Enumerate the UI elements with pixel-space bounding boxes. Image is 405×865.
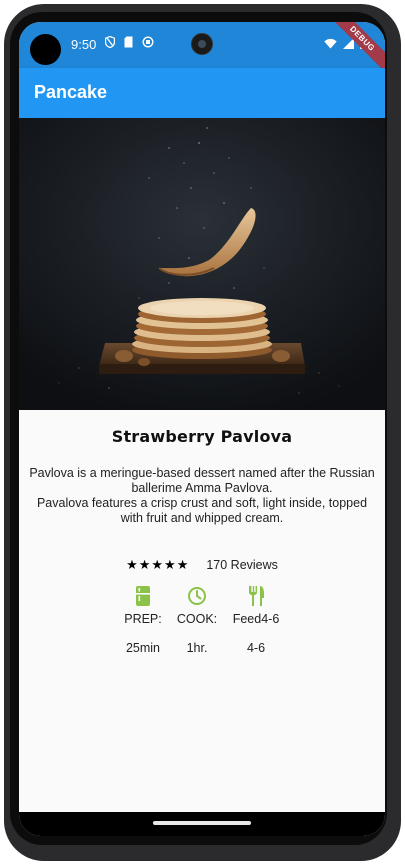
wifi-icon [324, 38, 337, 48]
hero-image [19, 118, 385, 410]
star-icon: ★ [176, 557, 189, 572]
kitchen-icon [136, 586, 150, 606]
star-icon: ★ [126, 557, 138, 572]
description-line-2: Pavalova features a crisp crust and soft… [36, 496, 368, 525]
feeds-label: Feed4-6 [232, 612, 280, 626]
status-notification-icons [105, 36, 154, 48]
sync-icon [142, 36, 154, 48]
description-line-1: Pavlova is a meringue-based dessert name… [29, 466, 375, 495]
restaurant-icon [249, 586, 264, 606]
star-icon: ★ [164, 557, 176, 572]
reviews-count: 170 Reviews [206, 558, 278, 572]
pancake-stack-photo [19, 118, 385, 410]
screen: 9:50 DEBUG Pancake Strawberry Pavlova Pa… [19, 22, 385, 836]
star-rating: ★ ★ ★ ★ ★ [126, 558, 188, 572]
shield-icon [105, 36, 115, 48]
camera-cutout [30, 34, 61, 65]
recipe-description: Pavlova is a meringue-based dessert name… [29, 466, 375, 526]
app-bar-title: Pancake [34, 82, 108, 102]
feeds-value: 4-6 [246, 641, 266, 655]
sd-card-icon [124, 36, 133, 48]
status-bar: 9:50 DEBUG [19, 22, 385, 76]
timer-icon [188, 587, 206, 605]
star-icon: ★ [151, 557, 164, 572]
front-camera-icon [191, 33, 213, 55]
rating-row: ★ ★ ★ ★ ★ 170 Reviews [19, 558, 385, 573]
system-nav-bar [19, 812, 385, 836]
recipe-title: Strawberry Pavlova [111, 427, 293, 446]
star-icon: ★ [138, 557, 151, 572]
status-time: 9:50 [71, 37, 97, 52]
home-indicator[interactable] [153, 821, 251, 825]
app-bar: Pancake [19, 68, 385, 118]
info-feeds: Feed4-6 4-6 [221, 586, 291, 655]
